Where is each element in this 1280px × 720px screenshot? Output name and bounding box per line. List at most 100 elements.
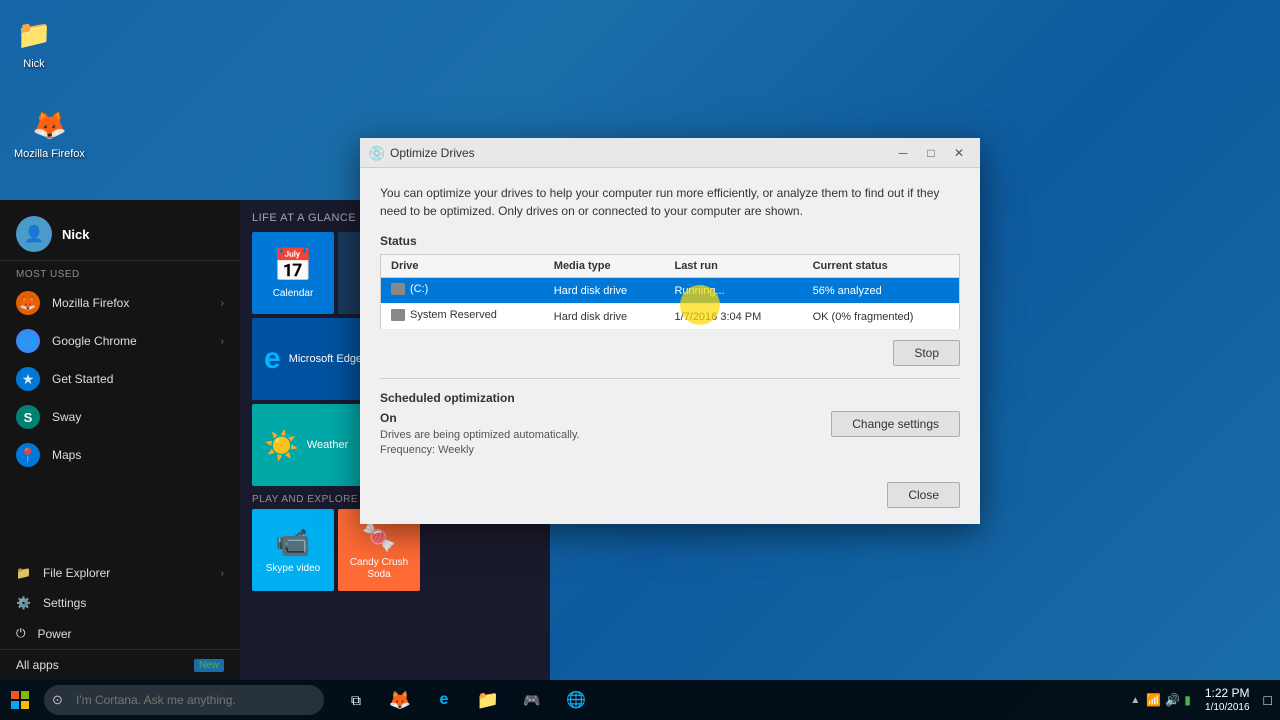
firefox-app-label: Mozilla Firefox (52, 296, 129, 310)
window-footer: Close (360, 472, 980, 524)
firefox-icon: 🦊 (29, 104, 69, 144)
stop-button[interactable]: Stop (893, 340, 960, 366)
firefox-arrow-icon: › (221, 298, 224, 309)
start-user-section[interactable]: 👤 Nick (0, 200, 240, 261)
current-time: 1:22 PM (1205, 686, 1250, 702)
close-button[interactable]: Close (887, 482, 960, 508)
hdd-icon-c (391, 283, 405, 295)
task-view-button[interactable]: ⧉ (336, 680, 376, 720)
col-drive: Drive (381, 255, 544, 278)
start-settings[interactable]: ⚙️ Settings (0, 588, 240, 618)
drives-table: Drive Media type Last run Current status… (380, 254, 960, 330)
col-last-run: Last run (664, 255, 802, 278)
notification-area-icon[interactable]: □ (1264, 692, 1272, 708)
weather-tile-icon: ☀️ (264, 429, 299, 462)
tray-time-date[interactable]: 1:22 PM 1/10/2016 (1197, 686, 1258, 715)
file-explorer-label: File Explorer (43, 566, 110, 580)
drive-row-c[interactable]: (C:) Hard disk drive Running... 56% anal… (381, 278, 960, 304)
current-date: 1/10/2016 (1205, 701, 1250, 714)
search-input[interactable] (44, 685, 324, 715)
settings-label: Settings (43, 596, 86, 610)
chrome-app-icon: 🌐 (16, 329, 40, 353)
scheduled-status: On (380, 411, 580, 425)
tray-expand-icon[interactable]: ▲ (1130, 695, 1140, 706)
power-icon: ⏻ (16, 626, 26, 641)
start-app-get-started[interactable]: ★ Get Started (0, 360, 240, 398)
battery-icon: ▮ (1184, 693, 1191, 707)
window-titlebar[interactable]: 💿 Optimize Drives ─ □ ✕ (360, 138, 980, 168)
scheduled-freq: Frequency: Weekly (380, 444, 580, 456)
start-app-sway[interactable]: S Sway (0, 398, 240, 436)
calendar-tile[interactable]: 📅 Calendar (252, 232, 334, 314)
scheduled-info: On Drives are being optimized automatica… (380, 411, 580, 456)
chrome-arrow-icon: › (221, 336, 224, 347)
file-explorer-icon: 📁 (16, 566, 31, 580)
edge-tile-label: Microsoft Edge (289, 353, 362, 365)
system-reserved-media: Hard disk drive (544, 304, 665, 330)
start-app-chrome[interactable]: 🌐 Google Chrome › (0, 322, 240, 360)
window-controls: ─ □ ✕ (890, 140, 972, 166)
window-title: Optimize Drives (390, 146, 890, 160)
drive-c-icon-wrap: (C:) (391, 283, 428, 295)
window-body: You can optimize your drives to help you… (360, 168, 980, 472)
sway-icon: S (16, 405, 40, 429)
skype-video-label: Skype video (266, 563, 320, 575)
desktop-icon-firefox[interactable]: 🦊 Mozilla Firefox (10, 100, 89, 164)
minimize-button[interactable]: ─ (890, 140, 916, 166)
taskbar-firefox-button[interactable]: 🦊 (380, 680, 420, 720)
taskbar-store-button[interactable]: 🎮 (512, 680, 552, 720)
status-section-label: Status (380, 234, 960, 248)
skype-video-icon: 📹 (276, 526, 311, 559)
optimize-drives-window: 💿 Optimize Drives ─ □ ✕ You can optimize… (360, 138, 980, 524)
all-apps-label: All apps (16, 658, 59, 672)
start-app-firefox[interactable]: 🦊 Mozilla Firefox › (0, 284, 240, 322)
weather-tile-label: Weather (307, 439, 348, 451)
drive-c-last-run: Running... (664, 278, 802, 304)
drive-c-status: 56% analyzed (803, 278, 960, 304)
get-started-label: Get Started (52, 372, 113, 386)
desktop-icon-nick[interactable]: 📁 Nick (10, 10, 58, 74)
hdd-icon-sys (391, 309, 405, 321)
volume-icon: 🔊 (1165, 693, 1180, 707)
scheduled-section-label: Scheduled optimization (380, 391, 960, 405)
candy-crush-label: Candy Crush Soda (338, 557, 420, 581)
table-header-row: Drive Media type Last run Current status (381, 255, 960, 278)
taskbar-explorer-button[interactable]: 📁 (468, 680, 508, 720)
taskbar: ⊙ ⧉ 🦊 e 📁 🎮 🌐 ▲ 📶 🔊 ▮ 1:22 PM 1/10/2016 … (0, 680, 1280, 720)
tray-system-icons: 📶 🔊 ▮ (1146, 693, 1191, 707)
user-avatar: 👤 (16, 216, 52, 252)
maps-label: Maps (52, 448, 81, 462)
windows-logo-icon (11, 691, 29, 709)
start-app-maps[interactable]: 📍 Maps (0, 436, 240, 474)
get-started-icon: ★ (16, 367, 40, 391)
system-reserved-name: System Reserved (381, 304, 544, 330)
all-apps-row[interactable]: All apps New (0, 649, 240, 680)
skype-video-tile[interactable]: 📹 Skype video (252, 509, 334, 591)
candy-crush-icon: 🍬 (362, 520, 397, 553)
new-badge: New (194, 659, 224, 672)
taskbar-chrome-button[interactable]: 🌐 (556, 680, 596, 720)
start-file-explorer[interactable]: 📁 File Explorer › (0, 558, 240, 588)
drive-c-name: (C:) (381, 278, 544, 304)
edge-tile-icon: e (264, 342, 281, 376)
taskbar-tray: ▲ 📶 🔊 ▮ 1:22 PM 1/10/2016 □ (1130, 686, 1280, 715)
search-wrap[interactable]: ⊙ (44, 685, 324, 715)
maps-icon: 📍 (16, 443, 40, 467)
window-icon: 💿 (368, 145, 384, 161)
close-window-button[interactable]: ✕ (946, 140, 972, 166)
power-label: Power (38, 627, 72, 641)
desktop: 📁 Nick 🦊 Mozilla Firefox 👤 Nick Most use… (0, 0, 1280, 720)
calendar-tile-icon: 📅 (273, 246, 313, 284)
file-explorer-arrow: › (221, 568, 224, 579)
taskbar-app-icons: ⧉ 🦊 e 📁 🎮 🌐 (336, 680, 596, 720)
change-settings-button[interactable]: Change settings (831, 411, 960, 437)
firefox-app-icon: 🦊 (16, 291, 40, 315)
maximize-button[interactable]: □ (918, 140, 944, 166)
start-button[interactable] (0, 680, 40, 720)
start-power[interactable]: ⏻ Power (0, 618, 240, 649)
firefox-label: Mozilla Firefox (14, 148, 85, 160)
settings-icon: ⚙️ (16, 596, 31, 610)
scheduled-row: On Drives are being optimized automatica… (380, 411, 960, 456)
drive-row-system-reserved[interactable]: System Reserved Hard disk drive 1/7/2016… (381, 304, 960, 330)
taskbar-edge-button[interactable]: e (424, 680, 464, 720)
